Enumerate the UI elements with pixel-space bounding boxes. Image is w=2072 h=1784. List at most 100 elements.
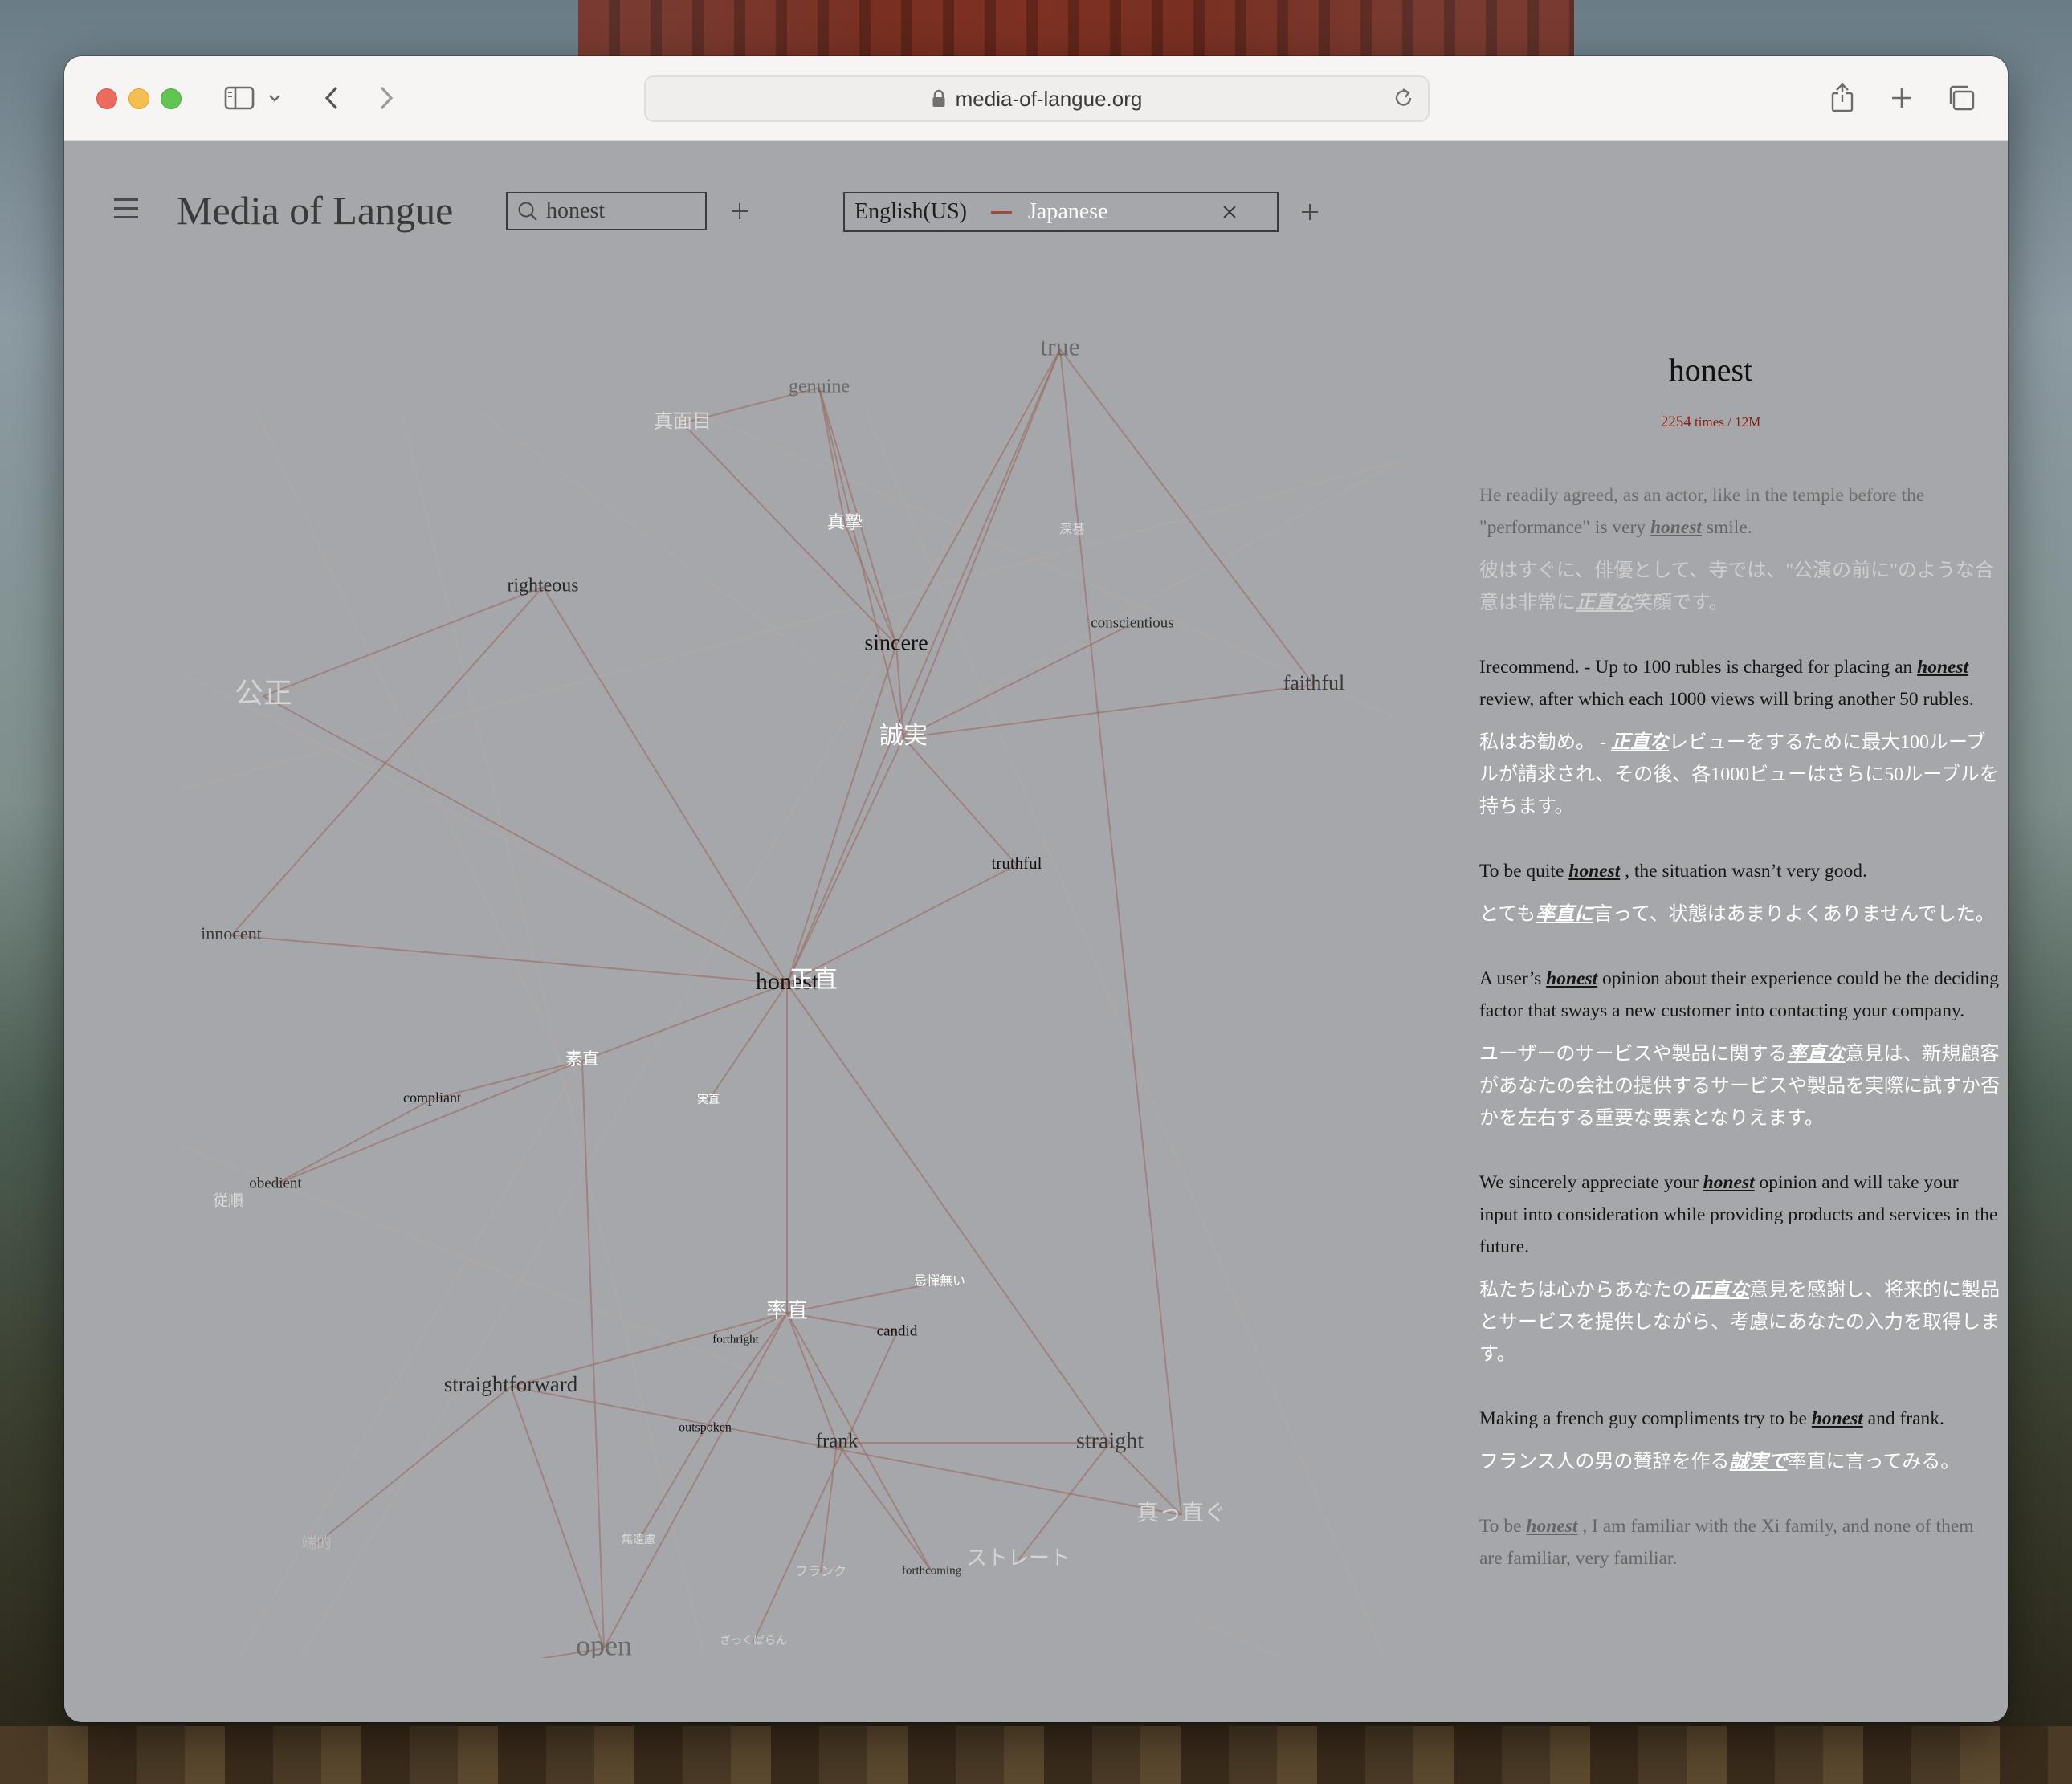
background-edge	[256, 413, 563, 1065]
example-item[interactable]: To be honest , I am familiar with the Xi…	[1479, 1510, 2001, 1574]
graph-node-conscientious[interactable]: conscientious	[1091, 614, 1173, 631]
highlighted-term: honest	[1917, 657, 1969, 678]
graph-edge-sotchoku-open	[603, 1312, 788, 1649]
graph-edge-honest-righteous	[542, 586, 788, 984]
graph-node-outspoken[interactable]: outspoken	[679, 1421, 732, 1435]
source-language[interactable]: English(US)	[854, 199, 967, 225]
sentence-text: review, after which each 1000 views will…	[1479, 689, 1974, 710]
word-network-canvas[interactable]: true genuine 真面目真摯深甚 righteous conscientious…	[112, 245, 1405, 1658]
graph-node-meiteki[interactable]: 端的	[301, 1534, 332, 1551]
graph-node-forthright[interactable]: forthright	[712, 1333, 759, 1346]
example-english: To be quite honest , the situation wasn’…	[1479, 855, 2001, 887]
new-tab-plus-icon[interactable]	[1887, 80, 1916, 116]
graph-node-zakkubaran[interactable]: ざっくばらん	[720, 1634, 787, 1648]
graph-node-candid[interactable]: candid	[877, 1322, 918, 1339]
example-japanese: 私たちは心からあなたの正直な意見を感謝し、将来的に製品とサービスを提供しながら、…	[1479, 1274, 2001, 1371]
graph-edge-honest-sunao	[581, 983, 788, 1061]
example-item[interactable]: To be quite honest , the situation wasn’…	[1479, 855, 2001, 931]
graph-node-true[interactable]: true	[1040, 332, 1080, 360]
graph-node-sotchoku[interactable]: 率直	[766, 1299, 808, 1322]
browser-titlebar: media-of-langue.org	[64, 56, 2008, 141]
search-input[interactable]	[546, 198, 691, 224]
target-language[interactable]: Japanese	[1028, 199, 1108, 225]
sentence-text: , the situation wasn’t very good.	[1620, 861, 1867, 882]
example-item[interactable]: We sincerely appreciate your honest opin…	[1479, 1167, 2001, 1371]
graph-node-sunao[interactable]: 素直	[565, 1049, 599, 1069]
language-pair-separator	[991, 210, 1012, 214]
sidebar-toggle-icon[interactable]	[222, 80, 257, 116]
example-japanese: とても率直に言って、状態はあまりよくありませんでした。	[1479, 898, 2001, 931]
graph-node-faithful[interactable]: faithful	[1283, 671, 1345, 694]
chevron-down-icon[interactable]	[265, 80, 284, 116]
graph-node-shoujiki[interactable]: 正直	[789, 967, 838, 993]
sentence-text: 私はお勧め。 -	[1479, 732, 1611, 753]
graph-node-compliant[interactable]: compliant	[403, 1090, 461, 1106]
graph-node-forthcoming[interactable]: forthcoming	[902, 1564, 962, 1577]
example-item[interactable]: Irecommend. - Up to 100 rubles is charge…	[1479, 651, 2001, 823]
graph-node-straight[interactable]: straight	[1076, 1428, 1144, 1453]
example-english: A user’s honest opinion about their expe…	[1479, 963, 2001, 1027]
example-japanese: ユーザーのサービスや製品に関する率直な意見は、新規顧客があなたの会社の提供するサ…	[1479, 1038, 2001, 1134]
graph-node-furanku[interactable]: フランク	[795, 1565, 846, 1579]
graph-edge-majime-sincere	[682, 422, 897, 646]
language-pair-selector[interactable]: English(US) Japanese	[843, 192, 1279, 232]
app-title: Media of Langue	[177, 188, 454, 233]
forward-arrow-icon[interactable]	[374, 80, 398, 116]
share-icon[interactable]	[1828, 80, 1857, 116]
graph-node-righteous[interactable]: righteous	[507, 576, 578, 597]
highlighted-term: 率直な	[1787, 1044, 1846, 1065]
graph-node-straightforward[interactable]: straightforward	[444, 1372, 578, 1396]
example-item[interactable]: A user’s honest opinion about their expe…	[1479, 963, 2001, 1134]
highlighted-term: honest	[1568, 861, 1621, 882]
graph-node-seijitsu[interactable]: 誠実	[879, 723, 928, 749]
graph-node-majime[interactable]: 真面目	[654, 411, 712, 433]
highlighted-term: honest	[1703, 1172, 1755, 1193]
graph-node-kousei[interactable]: 公正	[235, 677, 292, 709]
graph-node-truthful[interactable]: truthful	[992, 853, 1042, 873]
reload-icon[interactable]	[1393, 86, 1415, 110]
graph-edge-sincere-shinshi	[844, 523, 897, 646]
graph-node-genuine[interactable]: genuine	[789, 377, 850, 397]
close-window-button[interactable]	[96, 88, 117, 109]
word-frequency: 2254 times / 12M	[1413, 413, 2008, 431]
graph-node-frank[interactable]: frank	[816, 1431, 859, 1452]
minimize-window-button[interactable]	[128, 88, 149, 109]
highlighted-term: 正直な	[1611, 732, 1669, 753]
graph-edge-sincere-true	[895, 348, 1061, 646]
graph-node-massugu[interactable]: 真っ直ぐ	[1136, 1500, 1226, 1525]
background-edge	[238, 1063, 579, 1658]
graph-node-obedient[interactable]: obedient	[249, 1175, 302, 1191]
add-language-plus-icon[interactable]	[1298, 200, 1322, 224]
graph-node-sincere[interactable]: sincere	[864, 630, 928, 655]
example-item[interactable]: Making a french guy compliments try to b…	[1479, 1403, 2001, 1478]
url-text: media-of-langue.org	[955, 86, 1143, 111]
graph-node-shinshin[interactable]: 深甚	[1059, 523, 1085, 537]
background-edge	[891, 461, 1398, 743]
frequency-suffix: times / 12M	[1695, 414, 1761, 430]
close-icon[interactable]	[1219, 202, 1240, 222]
graph-edge-candid-zakkubaran	[753, 1331, 898, 1643]
address-bar[interactable]: media-of-langue.org	[644, 75, 1430, 122]
graph-nodes[interactable]: true genuine 真面目真摯深甚 righteous conscientious…	[201, 332, 1397, 1658]
graph-node-jicchoku[interactable]: 実直	[697, 1093, 720, 1106]
graph-node-ebanai[interactable]: 忌憚無い	[914, 1274, 965, 1289]
graph-node-juujun[interactable]: 従順	[213, 1191, 243, 1209]
highlighted-term: 正直な	[1691, 1280, 1749, 1301]
lock-icon	[932, 89, 946, 108]
menu-icon[interactable]	[114, 198, 138, 219]
graph-node-innocent[interactable]: innocent	[201, 923, 262, 943]
sentence-text: Making a french guy compliments try to b…	[1479, 1408, 1812, 1429]
graph-node-mushingi[interactable]: 無遠慮	[622, 1534, 655, 1546]
zoom-window-button[interactable]	[161, 88, 182, 109]
graph-node-shinshi[interactable]: 真摯	[827, 512, 863, 532]
background-edge	[1188, 1617, 1286, 1658]
word-network-graph[interactable]: true genuine 真面目真摯深甚 righteous conscientious…	[112, 245, 1405, 1658]
graph-node-open[interactable]: open	[576, 1629, 632, 1658]
tab-overview-icon[interactable]	[1945, 80, 1977, 116]
add-word-plus-icon[interactable]	[728, 199, 752, 223]
search-field[interactable]	[506, 192, 707, 230]
background-edge	[481, 413, 852, 687]
graph-edge-true-faithful	[1059, 348, 1315, 686]
graph-node-sutoreto[interactable]: ストレート	[966, 1546, 1071, 1570]
back-arrow-icon[interactable]	[320, 80, 344, 116]
